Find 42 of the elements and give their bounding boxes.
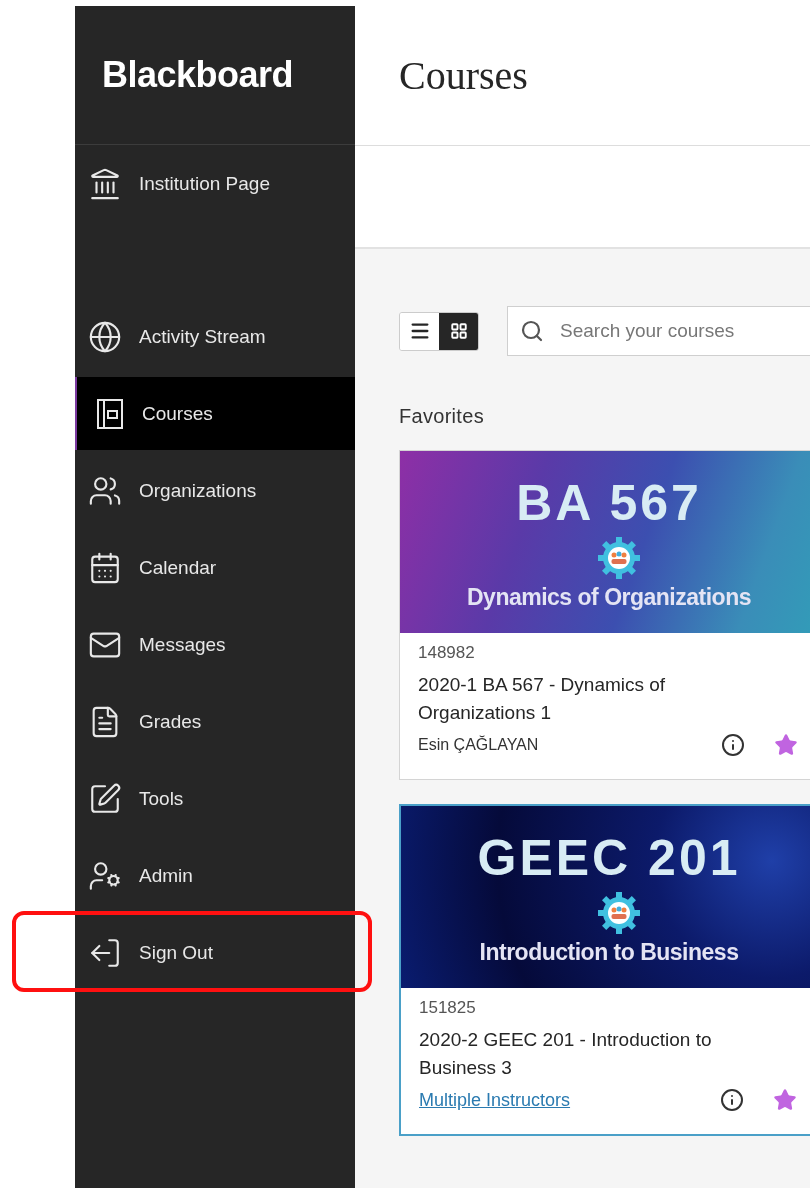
gear-people-icon xyxy=(597,535,641,580)
course-card[interactable]: BA 567 Dynamics of Organizations 148982 2020-1 BA 567 - Dynamics of Organizations 1 Esin ÇAĞLAYAN xyxy=(399,450,810,780)
search-field[interactable]: Search your courses xyxy=(507,306,810,356)
nav-item[interactable]: Courses xyxy=(75,377,355,450)
banner-subtitle: Introduction to Business xyxy=(479,938,740,966)
grid-icon xyxy=(449,322,468,340)
edit-icon xyxy=(88,781,122,816)
info-button[interactable] xyxy=(720,1088,744,1112)
nav-item[interactable]: Tools xyxy=(75,760,355,837)
nav-item[interactable]: Institution Page xyxy=(75,145,355,222)
course-title: 2020-1 BA 567 - Dynamics of Organizations 1 xyxy=(418,673,667,725)
favorite-star-button[interactable] xyxy=(774,733,798,757)
globe-icon xyxy=(88,319,122,354)
nav-item[interactable]: Admin xyxy=(75,837,355,914)
course-title: 2020-2 GEEC 201 - Introduction to Business 3 xyxy=(419,1028,713,1080)
section-heading: Favorites xyxy=(399,405,485,428)
grid-view-button[interactable] xyxy=(439,312,478,350)
institution-icon xyxy=(88,166,122,201)
list-view-button[interactable] xyxy=(400,312,439,350)
nav-item[interactable]: Organizations xyxy=(75,452,355,529)
info-button[interactable] xyxy=(721,733,745,757)
course-book-icon xyxy=(95,396,125,431)
nav-item[interactable]: Grades xyxy=(75,683,355,760)
course-code: 151825 xyxy=(419,998,477,1018)
search-icon xyxy=(520,319,544,343)
instructor-link[interactable]: Multiple Instructors xyxy=(419,1089,691,1111)
gear-people-icon xyxy=(597,890,641,935)
favorite-star-button[interactable] xyxy=(773,1088,797,1112)
nav-item[interactable]: Activity Stream xyxy=(75,298,355,375)
search-input[interactable]: Search your courses xyxy=(558,319,810,343)
course-card[interactable]: GEEC 201 Introduction to Business 151825 2020-2 GEEC 201 - Introduction to Business 3 Multiple Instructors xyxy=(399,804,810,1136)
nav-item[interactable]: Messages xyxy=(75,606,355,683)
page-title: Courses xyxy=(399,52,528,99)
instructor-name: Esin ÇAĞLAYAN xyxy=(418,736,540,754)
banner-subtitle: Dynamics of Organizations xyxy=(467,583,752,611)
nav-item[interactable]: Sign Out xyxy=(75,914,355,991)
logo: Blackboard xyxy=(102,54,294,96)
course-code: 148982 xyxy=(418,643,476,663)
banner-title: BA 567 xyxy=(516,473,703,532)
banner-title: GEEC 201 xyxy=(477,828,742,887)
calendar-icon xyxy=(88,550,122,585)
nav-item[interactable]: Calendar xyxy=(75,529,355,606)
